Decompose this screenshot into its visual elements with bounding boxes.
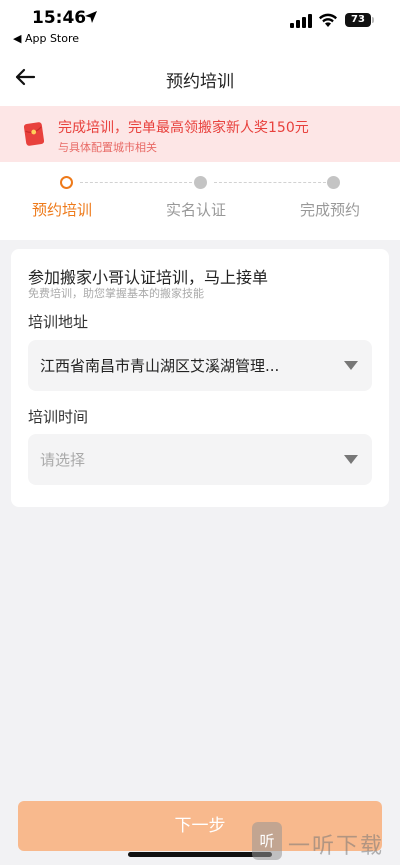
time-select[interactable]: 请选择 — [28, 434, 372, 485]
step-dot-1 — [60, 176, 73, 189]
card-subtitle: 免费培训，助您掌握基本的搬家技能 — [28, 287, 204, 300]
back-to-app-store-link[interactable]: ◀ App Store — [13, 32, 79, 45]
navigation-bar: 预约培训 — [0, 50, 400, 106]
battery-indicator: 73 — [345, 13, 371, 27]
watermark: 听 一听下载 — [252, 820, 400, 865]
dropdown-caret-icon — [344, 455, 358, 464]
cellular-signal-icon — [290, 14, 312, 28]
dropdown-caret-icon — [344, 361, 358, 370]
time-placeholder: 请选择 — [40, 451, 86, 469]
home-indicator — [128, 852, 272, 857]
time-label: 培训时间 — [28, 408, 89, 426]
step-label-real-name: 实名认证 — [166, 201, 227, 219]
battery-tip — [372, 17, 374, 23]
watermark-text: 一听下载 — [288, 834, 385, 859]
watermark-badge: 听 — [252, 822, 282, 860]
address-label: 培训地址 — [28, 313, 89, 331]
wifi-icon — [319, 13, 337, 27]
step-dot-3 — [327, 176, 340, 189]
banner-sub-text: 与具体配置城市相关 — [58, 141, 157, 154]
step-label-book-training: 预约培训 — [32, 201, 93, 219]
banner-main-text: 完成培训，完单最高领搬家新人奖150元 — [58, 120, 309, 136]
address-value: 江西省南昌市青山湖区艾溪湖管理... — [40, 357, 280, 375]
status-time: 15:46 — [32, 8, 87, 28]
training-form-card: 参加搬家小哥认证培训，马上接单 免费培训，助您掌握基本的搬家技能 培训地址 江西… — [11, 249, 389, 507]
step-connector — [214, 182, 326, 183]
address-select[interactable]: 江西省南昌市青山湖区艾溪湖管理... — [28, 340, 372, 391]
reward-banner: 完成培训，完单最高领搬家新人奖150元 与具体配置城市相关 — [0, 106, 400, 162]
progress-steps: 预约培训 实名认证 完成预约 — [0, 162, 400, 240]
step-dot-2 — [194, 176, 207, 189]
step-label-complete: 完成预约 — [300, 201, 361, 219]
red-envelope-icon — [24, 122, 44, 146]
status-bar: 15:46 ◀ App Store 73 — [0, 0, 400, 50]
location-arrow-icon — [85, 11, 97, 23]
page-title: 预约培训 — [166, 72, 234, 92]
step-connector — [80, 182, 192, 183]
